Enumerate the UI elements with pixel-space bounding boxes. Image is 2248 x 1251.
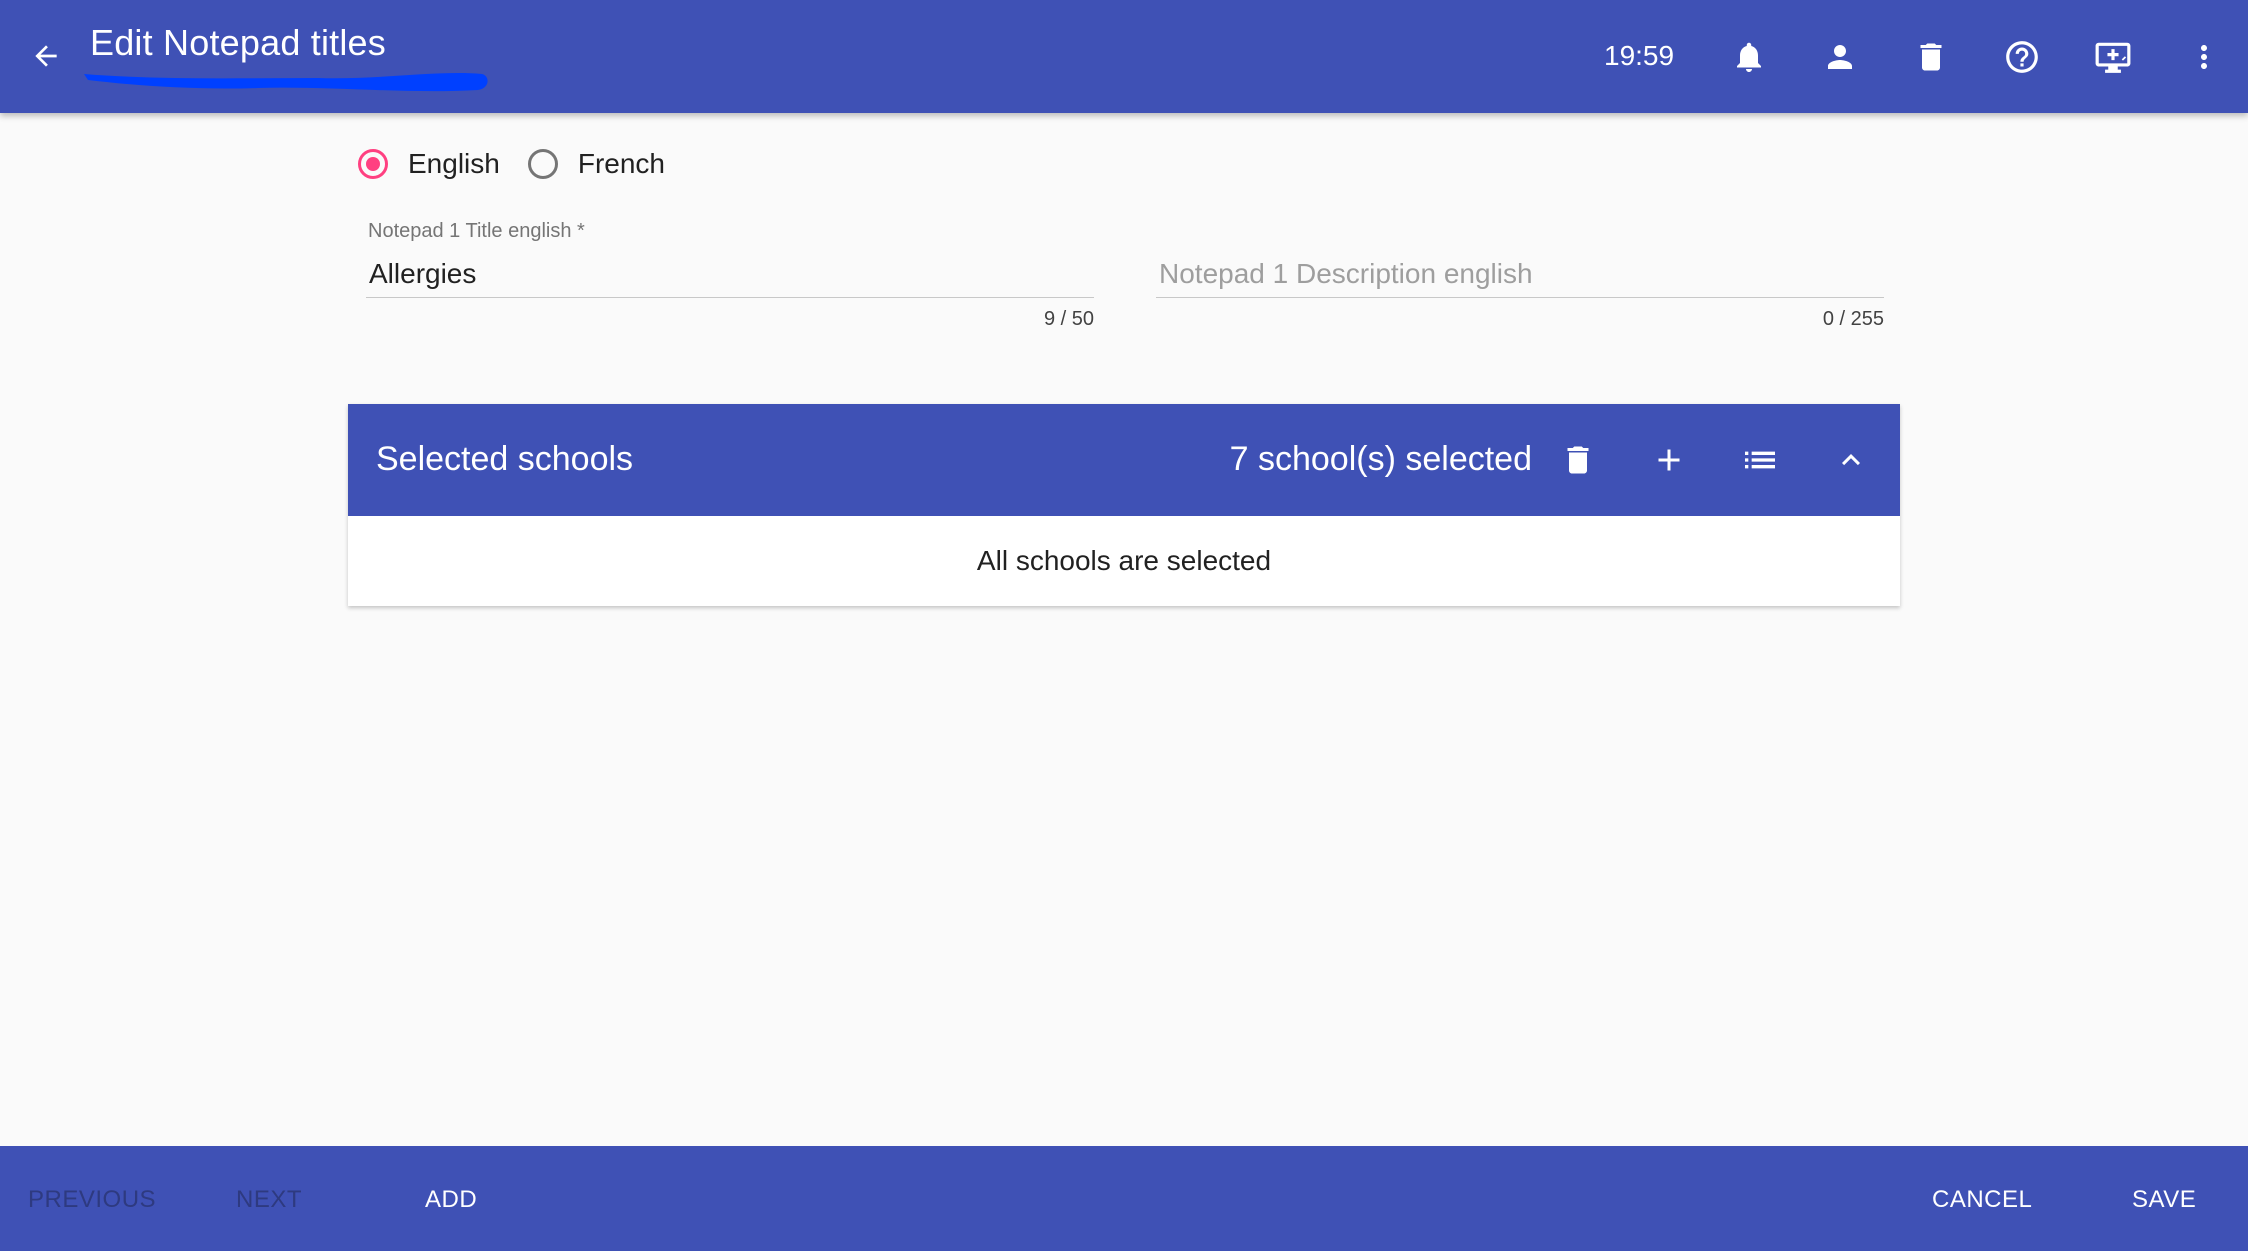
language-radio-group: English French xyxy=(358,148,693,180)
back-button[interactable] xyxy=(20,30,72,82)
more-vert-icon xyxy=(2201,45,2207,69)
delete-button[interactable] xyxy=(1905,31,1957,83)
radio-french-label: French xyxy=(577,148,665,179)
help-button[interactable] xyxy=(1996,31,2048,83)
radio-unchecked-icon xyxy=(527,149,558,179)
radio-checked-icon xyxy=(358,149,388,179)
title-char-counter: 9 / 50 xyxy=(1043,308,1094,330)
title-input[interactable] xyxy=(366,250,1094,298)
radio-french[interactable]: French xyxy=(527,148,665,180)
description-input[interactable] xyxy=(1156,250,1884,298)
selected-schools-header: Selected schools 7 school(s) selected xyxy=(348,404,1900,516)
save-button[interactable]: SAVE xyxy=(2132,1186,2196,1214)
add-school-button[interactable] xyxy=(1643,434,1695,486)
description-field: 0 / 255 xyxy=(1156,220,1884,340)
title-field-label: Notepad 1 Title english * xyxy=(368,220,585,242)
remote-screen-button[interactable] xyxy=(2087,31,2139,83)
all-schools-selected-text: All schools are selected xyxy=(976,545,1272,576)
chevron-up-icon xyxy=(1842,454,1860,466)
collapse-button[interactable] xyxy=(1825,434,1877,486)
more-menu-button[interactable] xyxy=(2178,31,2230,83)
screen-share-icon xyxy=(2095,42,2131,73)
bottom-action-bar: PREVIOUS NEXT ADD CANCEL SAVE xyxy=(0,1146,2248,1251)
trash-icon xyxy=(1920,43,1942,71)
radio-english-label: English xyxy=(408,148,500,179)
schools-selected-count: 7 school(s) selected xyxy=(1229,440,1532,478)
title-underline-scribble xyxy=(84,73,488,92)
clear-schools-button[interactable] xyxy=(1552,434,1604,486)
title-field: Notepad 1 Title english * 9 / 50 xyxy=(366,220,1094,340)
previous-button[interactable]: PREVIOUS xyxy=(28,1186,156,1214)
account-button[interactable] xyxy=(1814,31,1866,83)
list-icon xyxy=(1745,451,1775,469)
radio-english[interactable]: English xyxy=(358,148,500,180)
cancel-button[interactable]: CANCEL xyxy=(1932,1186,2032,1214)
selected-schools-card: Selected schools 7 school(s) selected Al… xyxy=(348,404,1900,606)
list-schools-button[interactable] xyxy=(1734,434,1786,486)
trash-icon xyxy=(1567,446,1589,474)
notifications-button[interactable] xyxy=(1723,31,1775,83)
selected-schools-title: Selected schools xyxy=(376,440,634,478)
person-icon xyxy=(1828,45,1852,69)
top-app-bar: Edit Notepad titles 19:59 xyxy=(0,0,2248,113)
description-char-counter: 0 / 255 xyxy=(1822,308,1884,330)
bell-icon xyxy=(1737,42,1761,72)
plus-icon xyxy=(1658,449,1680,471)
back-arrow-icon xyxy=(35,45,57,67)
next-button[interactable]: NEXT xyxy=(236,1186,302,1214)
help-circle-icon xyxy=(2006,41,2038,73)
page: Edit Notepad titles 19:59 English French… xyxy=(0,0,2248,1251)
clock: 19:59 xyxy=(1604,40,1675,71)
selected-schools-body: All schools are selected xyxy=(348,516,1900,606)
add-button[interactable]: ADD xyxy=(425,1186,477,1214)
